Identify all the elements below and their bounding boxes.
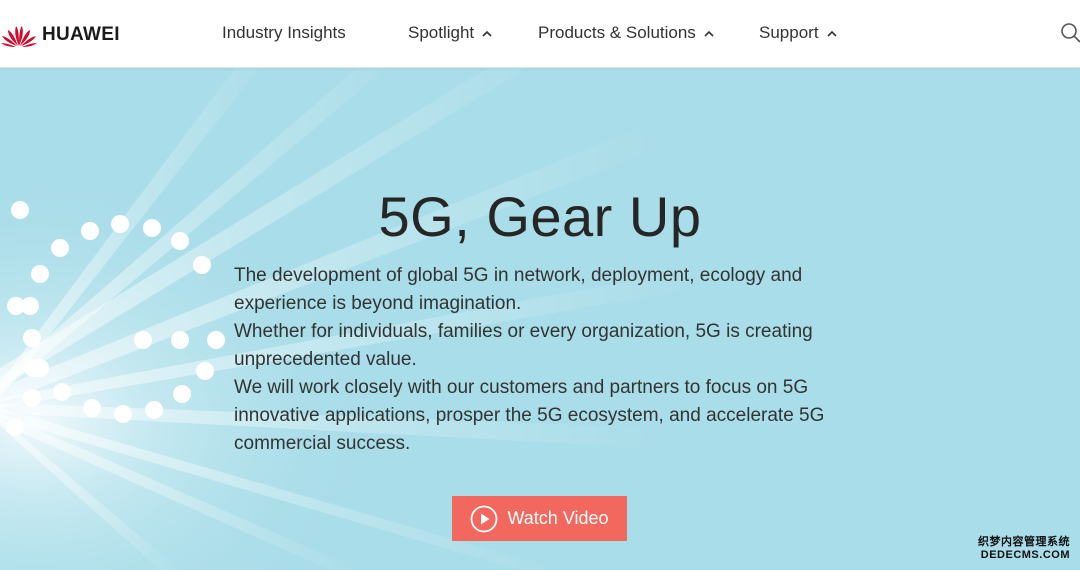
- watermark-line: 织梦内容管理系统: [978, 536, 1070, 548]
- chevron-up-icon: [826, 30, 837, 37]
- site-watermark: 织梦内容管理系统 DEDECMS.COM: [978, 536, 1070, 562]
- hero-paragraph: Whether for individuals, families or eve…: [234, 321, 813, 370]
- hero-description: The development of global 5G in network,…: [234, 262, 854, 458]
- hero-paragraph: We will work closely with our customers …: [234, 377, 825, 454]
- huawei-petal-logo-icon: [1, 26, 37, 47]
- nav-label: Spotlight: [408, 23, 475, 42]
- watermark-line: DEDECMS.COM: [980, 549, 1070, 561]
- site-header: HUAWEI Industry Insights Spotlight Produ…: [0, 0, 1080, 68]
- nav-label: Industry Insights: [222, 23, 346, 42]
- nav-support[interactable]: Support: [759, 23, 837, 43]
- search-icon[interactable]: [1060, 22, 1080, 44]
- huawei-logo[interactable]: HUAWEI: [0, 22, 120, 48]
- chevron-up-icon: [704, 30, 714, 37]
- nav-industry-insights[interactable]: Industry Insights: [222, 23, 346, 43]
- watch-video-label: Watch Video: [507, 508, 609, 528]
- nav-label: Products & Solutions: [538, 23, 696, 42]
- nav-label: Support: [759, 23, 819, 42]
- nav-products-solutions[interactable]: Products & Solutions: [538, 23, 714, 43]
- play-circle-icon: [471, 505, 498, 532]
- watch-video-button[interactable]: Watch Video: [452, 496, 627, 541]
- chevron-up-icon: [482, 30, 492, 37]
- brand-wordmark: HUAWEI: [42, 24, 120, 45]
- hero-paragraph: The development of global 5G in network,…: [234, 265, 803, 314]
- hero-banner: 5G, Gear Up The development of global 5G…: [0, 68, 1080, 570]
- hero-title: 5G, Gear Up: [378, 185, 702, 248]
- nav-spotlight[interactable]: Spotlight: [408, 23, 492, 43]
